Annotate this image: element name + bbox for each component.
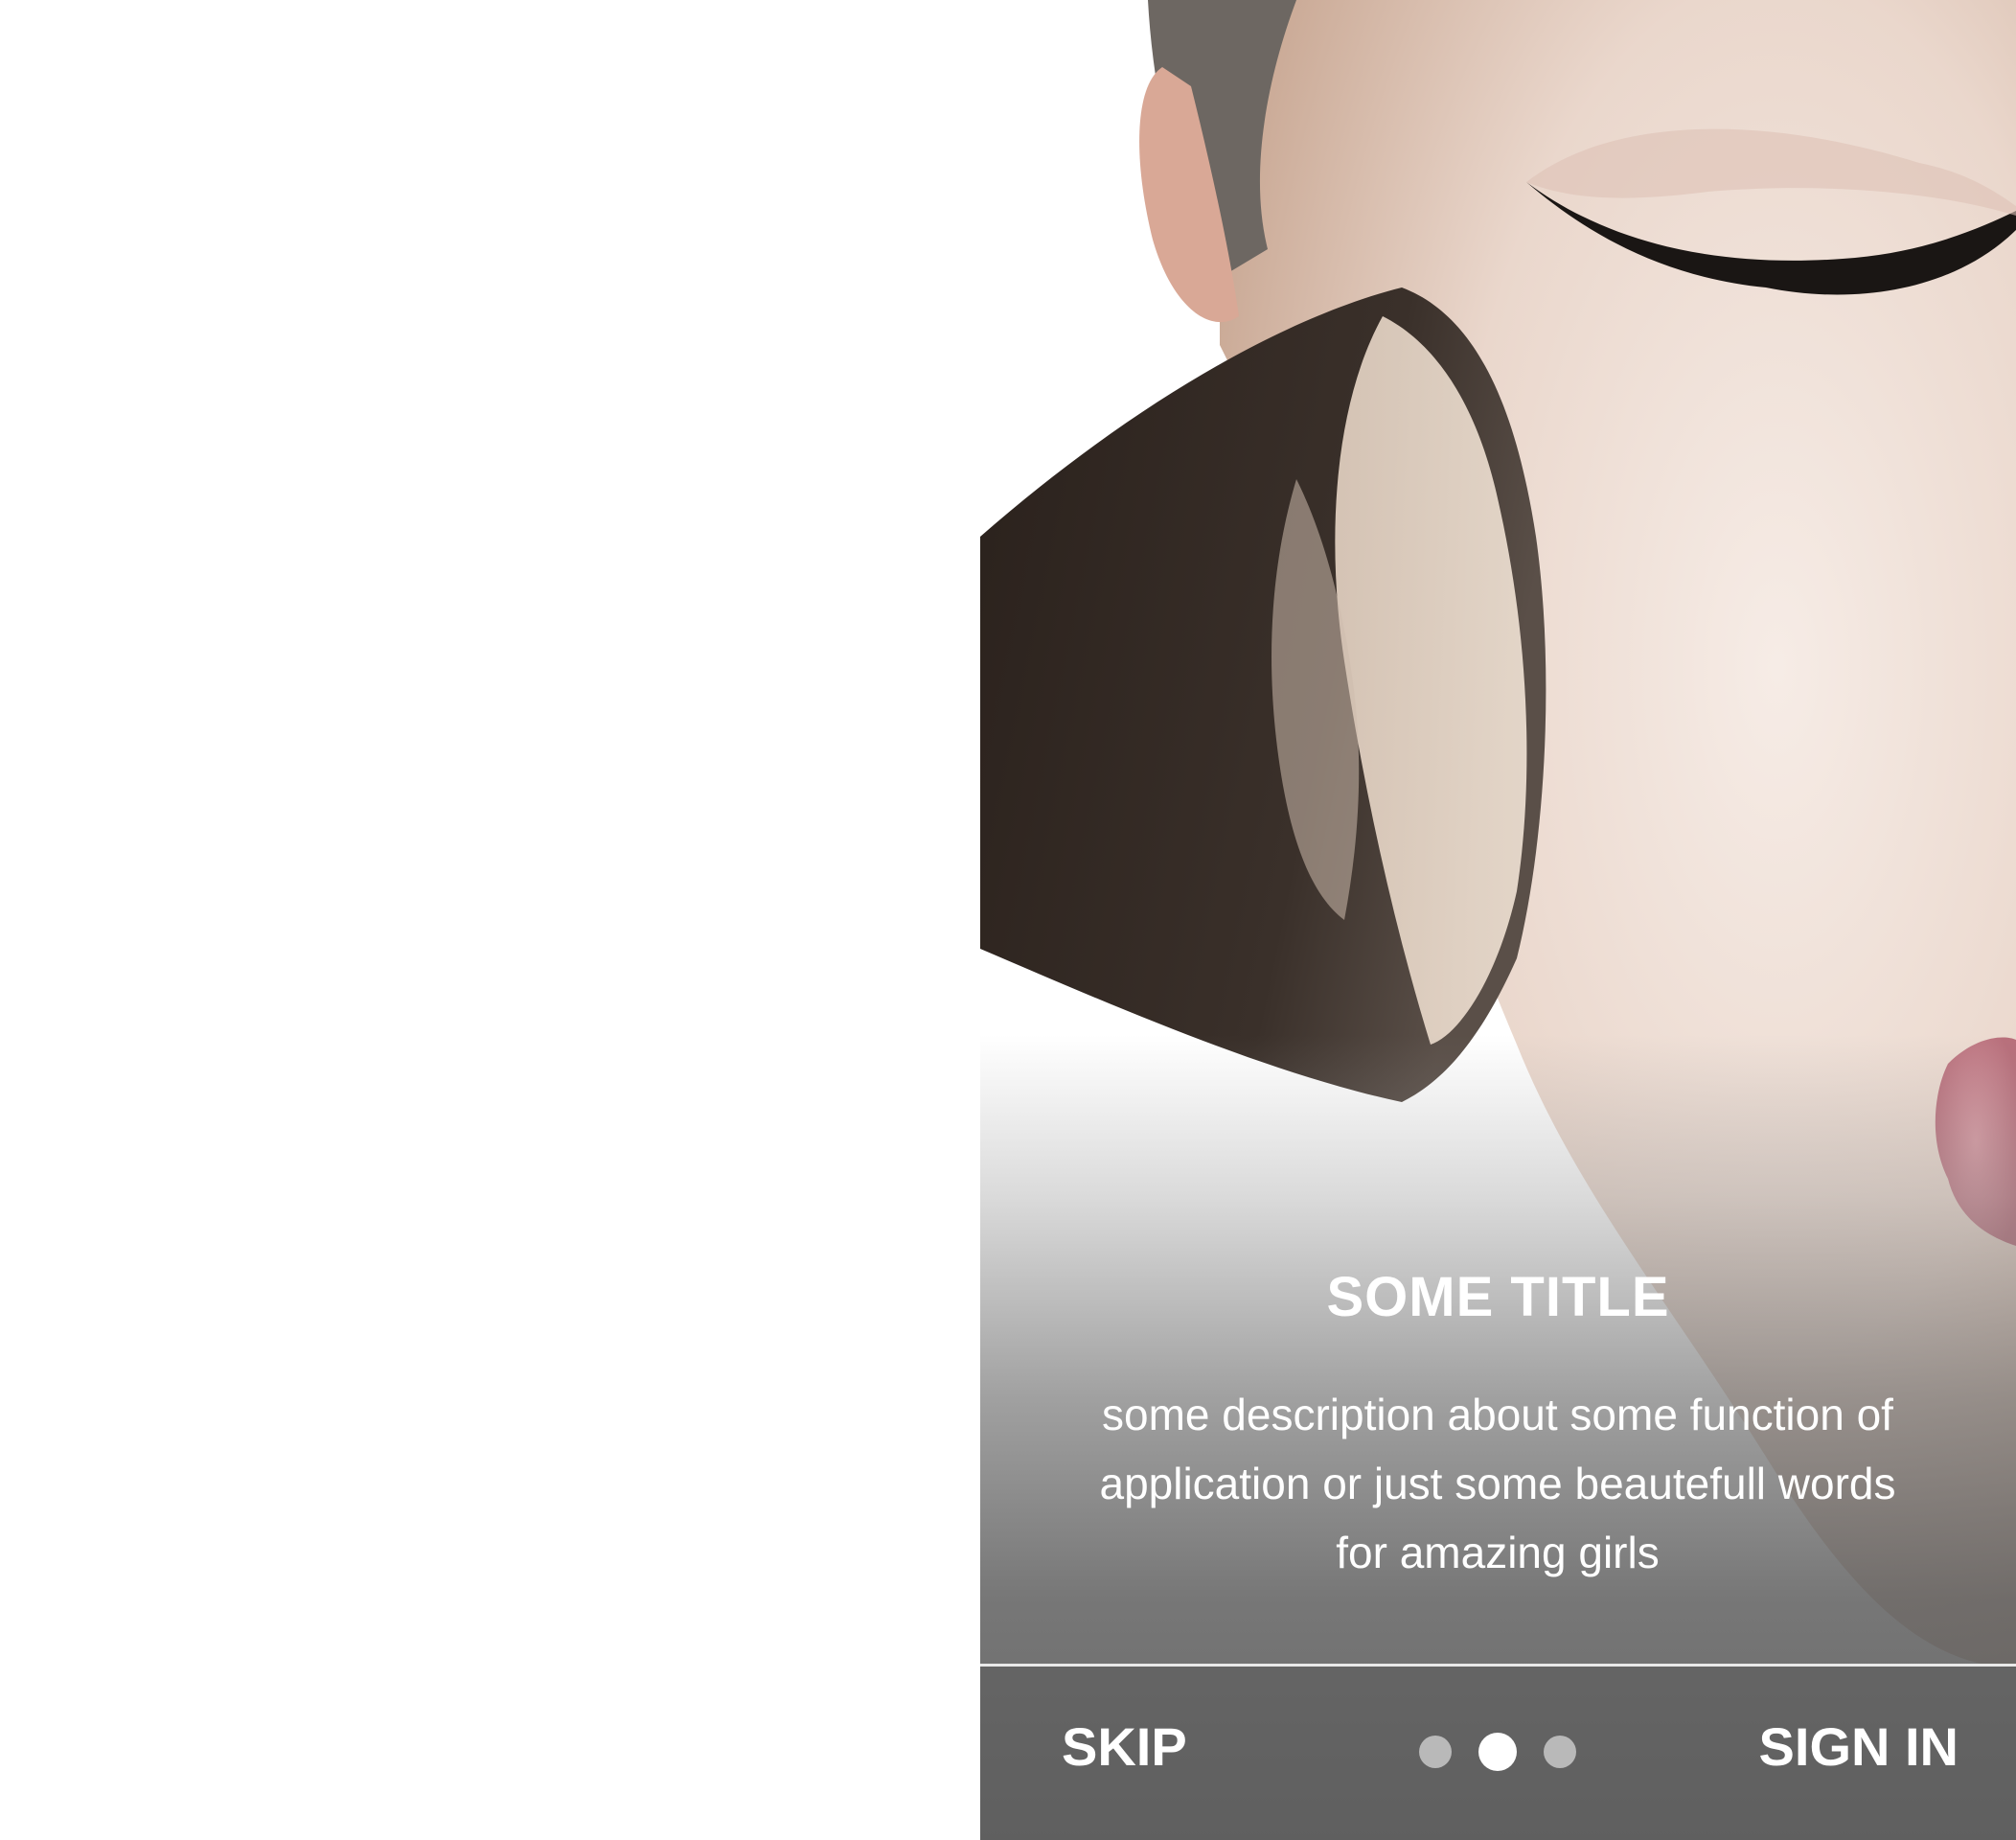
- sign-in-button[interactable]: SIGN IN: [1759, 1715, 1959, 1778]
- page-dot-3[interactable]: [1544, 1736, 1576, 1768]
- onboarding-screen: SOME TITLE some description about some f…: [980, 0, 2016, 1840]
- page: SOME TITLE some description about some f…: [0, 0, 2016, 1840]
- skip-button[interactable]: SKIP: [1062, 1715, 1187, 1778]
- blank-area: [0, 0, 980, 1840]
- onboarding-description: some description about some function of …: [1099, 1390, 1896, 1577]
- page-dot-2-active[interactable]: [1478, 1733, 1517, 1771]
- onboarding-title: SOME TITLE: [1326, 1266, 1670, 1328]
- page-indicator: [1419, 1733, 1576, 1771]
- page-dot-1[interactable]: [1419, 1736, 1452, 1768]
